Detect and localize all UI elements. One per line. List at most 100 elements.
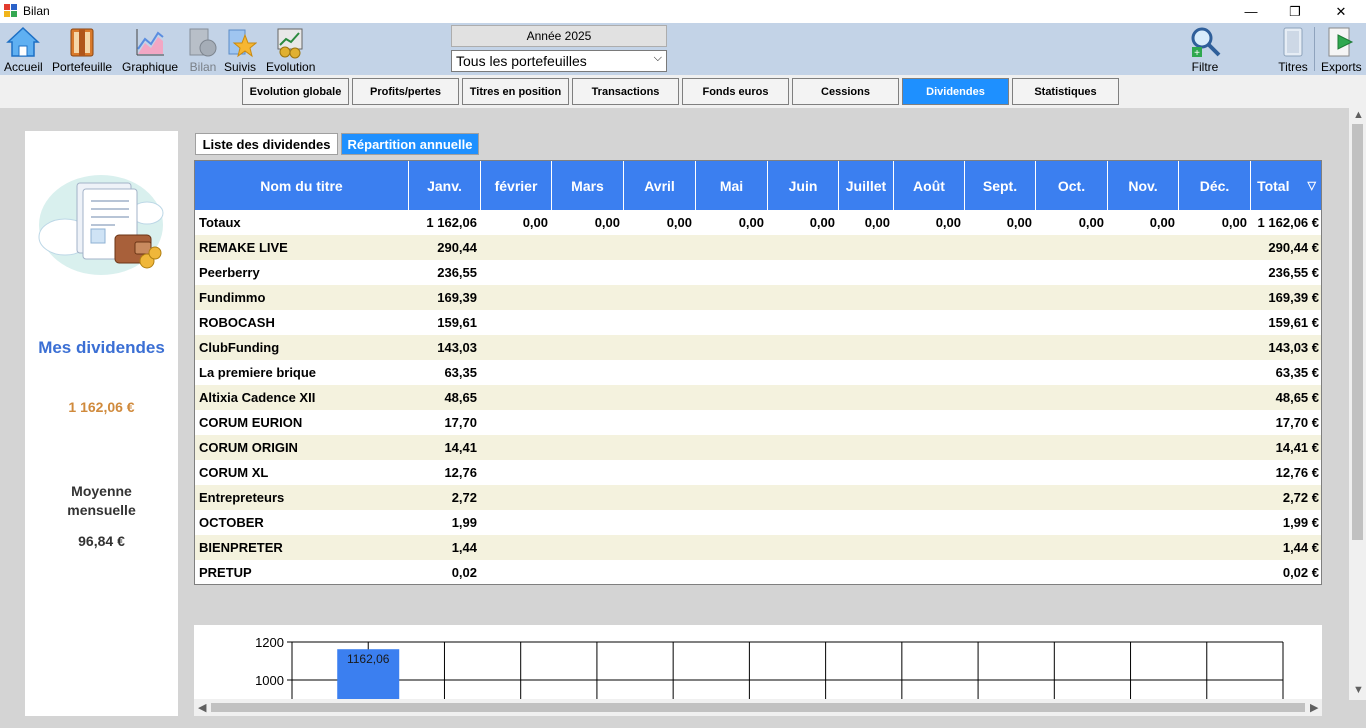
table-row[interactable]: REMAKE LIVE 290,44 290,44 € xyxy=(195,235,1321,260)
table-row[interactable]: CORUM XL 12,76 12,76 € xyxy=(195,460,1321,485)
cell-value: 0,02 € xyxy=(1282,565,1319,580)
vertical-scroll-thumb[interactable] xyxy=(1352,124,1363,540)
scroll-right-icon[interactable]: ▶ xyxy=(1310,701,1318,714)
average-label-line2: mensuelle xyxy=(67,502,136,518)
table-header: Nom du titre Janv. février Mars Avril Mai Juin… xyxy=(195,161,1321,210)
table-row[interactable]: CORUM EURION 17,70 17,70 € xyxy=(195,410,1321,435)
column-header[interactable]: Oct. xyxy=(1036,161,1108,210)
portfolio-icon xyxy=(70,28,94,57)
totals-row[interactable]: Totaux 1 162,06 0,00 0,00 0,00 0,00 0,00 0,00 0,… xyxy=(195,210,1321,235)
cell-value: 1 162,06 € xyxy=(1257,215,1319,230)
table-row[interactable]: Fundimmo 169,39 169,39 € xyxy=(195,285,1321,310)
column-header[interactable]: Mars xyxy=(552,161,624,210)
minimize-button[interactable]: — xyxy=(1228,0,1274,23)
table-row[interactable]: PRETUP 0,02 0,02 € xyxy=(195,560,1321,584)
cell-value: 17,70 € xyxy=(1275,415,1319,430)
bilan-button[interactable]: Bilan xyxy=(186,25,220,74)
tab-statistiques[interactable]: Statistiques xyxy=(1012,78,1119,105)
tab-dividendes[interactable]: Dividendes xyxy=(902,78,1009,105)
cell-value: 12,76 xyxy=(444,465,477,480)
titres-button[interactable]: Titres xyxy=(1276,25,1310,74)
portfolio-select[interactable]: Tous les portefeuilles ⌵ xyxy=(451,50,667,72)
tab-repartition-annuelle[interactable]: Répartition annuelle xyxy=(341,133,479,155)
tab-evolution-globale[interactable]: Evolution globale xyxy=(242,78,349,105)
tab-fonds-euros[interactable]: Fonds euros xyxy=(682,78,789,105)
column-header[interactable]: Juillet xyxy=(839,161,894,210)
evolution-button[interactable]: Evolution xyxy=(266,25,315,74)
cell-value: 1,44 xyxy=(451,540,477,555)
table-row[interactable]: BIENPRETER 1,44 1,44 € xyxy=(195,535,1321,560)
column-header[interactable]: Déc. xyxy=(1179,161,1251,210)
table-row[interactable]: Entrepreteurs 2,72 2,72 € xyxy=(195,485,1321,510)
cell-name: Altixia Cadence XII xyxy=(199,390,316,405)
cell-name: BIENPRETER xyxy=(199,540,283,555)
cell-value: 0,00 xyxy=(522,215,548,230)
tab-titres-en-position[interactable]: Titres en position xyxy=(462,78,569,105)
y-tick-label: 1000 xyxy=(255,673,284,688)
cell-value: 0,00 xyxy=(594,215,620,230)
column-header[interactable]: Juin xyxy=(768,161,839,210)
summary-panel: Mes dividendes 1 162,06 € Moyenne mensue… xyxy=(25,131,178,716)
restore-button[interactable]: ❐ xyxy=(1272,0,1318,23)
cell-name: OCTOBER xyxy=(199,515,264,530)
cell-value: 14,41 xyxy=(444,440,477,455)
scroll-left-icon[interactable]: ◀ xyxy=(198,701,206,714)
graphique-button[interactable]: Graphique xyxy=(122,25,178,74)
cell-value: 12,76 € xyxy=(1275,465,1319,480)
accueil-button[interactable]: Accueil xyxy=(4,25,43,74)
column-header[interactable]: Nov. xyxy=(1108,161,1179,210)
column-header[interactable]: février xyxy=(481,161,552,210)
toolbar: Accueil Portefeuille Graphique Bilan Sui… xyxy=(0,23,1366,75)
year-button[interactable]: Année 2025 xyxy=(451,25,667,47)
summary-title: Mes dividendes xyxy=(38,338,165,357)
table-row[interactable]: Peerberry 236,55 236,55 € xyxy=(195,260,1321,285)
monthly-chart: 1200 1000 1162,06 xyxy=(194,625,1322,699)
portefeuille-button[interactable]: Portefeuille xyxy=(52,25,112,74)
column-header[interactable]: Nom du titre xyxy=(195,161,409,210)
horizontal-scroll-thumb[interactable] xyxy=(211,703,1305,712)
y-tick-label: 1200 xyxy=(255,635,284,650)
cell-name: REMAKE LIVE xyxy=(199,240,288,255)
table-row[interactable]: Altixia Cadence XII 48,65 48,65 € xyxy=(195,385,1321,410)
column-header[interactable]: Janv. xyxy=(409,161,481,210)
suivis-button[interactable]: Suivis xyxy=(223,25,257,74)
dividend-illustration-icon xyxy=(38,175,164,275)
close-button[interactable]: ✕ xyxy=(1318,0,1364,23)
exports-button[interactable]: Exports xyxy=(1321,25,1362,74)
cell-value: 159,61 € xyxy=(1268,315,1319,330)
column-header[interactable]: Total ▽ xyxy=(1251,161,1321,210)
dividends-table[interactable]: Nom du titre Janv. février Mars Avril Mai Juin… xyxy=(194,160,1322,585)
cell-value: 63,35 € xyxy=(1275,365,1319,380)
column-header[interactable]: Août xyxy=(894,161,965,210)
filtre-button[interactable]: + Filtre xyxy=(1188,25,1222,74)
filter-icon: + xyxy=(1191,27,1221,59)
tab-profits-pertes[interactable]: Profits/pertes xyxy=(352,78,459,105)
table-row[interactable]: ClubFunding 143,03 143,03 € xyxy=(195,335,1321,360)
tab-liste-des-dividendes[interactable]: Liste des dividendes xyxy=(195,133,338,155)
table-row[interactable]: ROBOCASH 159,61 159,61 € xyxy=(195,310,1321,335)
evolution-icon xyxy=(277,28,303,59)
tab-transactions[interactable]: Transactions xyxy=(572,78,679,105)
cell-value: 0,00 xyxy=(1078,215,1104,230)
scroll-up-icon[interactable]: ▲ xyxy=(1353,109,1364,121)
cell-value: 17,70 xyxy=(444,415,477,430)
column-header[interactable]: Sept. xyxy=(965,161,1036,210)
window-title: Bilan xyxy=(23,4,50,18)
table-row[interactable]: OCTOBER 1,99 1,99 € xyxy=(195,510,1321,535)
tab-cessions[interactable]: Cessions xyxy=(792,78,899,105)
column-header[interactable]: Avril xyxy=(624,161,696,210)
table-row[interactable]: CORUM ORIGIN 14,41 14,41 € xyxy=(195,435,1321,460)
cell-name: La premiere brique xyxy=(199,365,317,380)
cell-value: 236,55 € xyxy=(1268,265,1319,280)
column-header[interactable]: Mai xyxy=(696,161,768,210)
cell-value: 159,61 xyxy=(437,315,477,330)
scroll-down-icon[interactable]: ▼ xyxy=(1353,684,1364,696)
cell-value: 143,03 € xyxy=(1268,340,1319,355)
cell-value: 0,00 xyxy=(1221,215,1247,230)
bar-data-label: 1162,06 xyxy=(347,652,390,666)
cell-value: 0,00 xyxy=(864,215,890,230)
cell-value: 169,39 xyxy=(437,290,477,305)
table-row[interactable]: La premiere brique 63,35 63,35 € xyxy=(195,360,1321,385)
cell-value: 0,00 xyxy=(1006,215,1032,230)
export-icon xyxy=(1328,27,1354,57)
